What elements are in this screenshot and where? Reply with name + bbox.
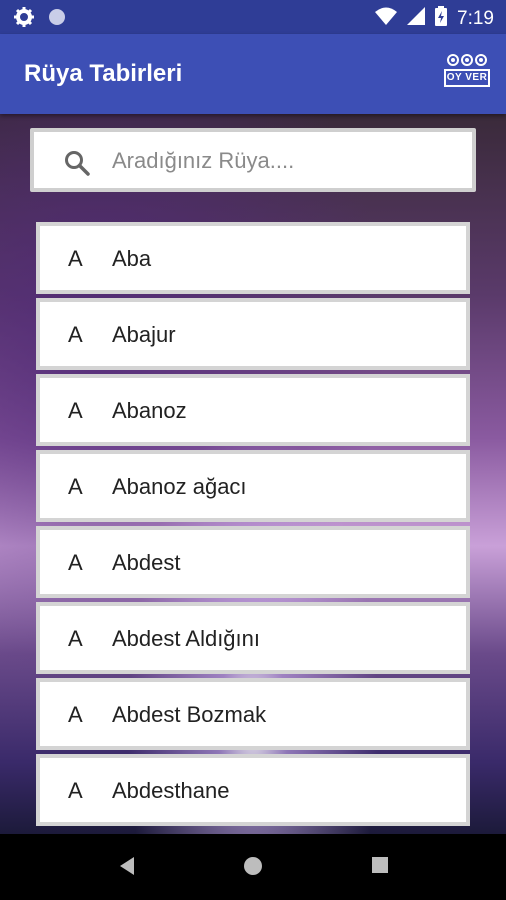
list-item[interactable]: A Abdest <box>36 526 470 602</box>
item-word: Abdest Aldığını <box>112 626 260 651</box>
battery-icon <box>435 6 448 32</box>
list-item[interactable]: A Abdest Bozmak <box>36 678 470 754</box>
item-letter: A <box>68 550 83 575</box>
search-input[interactable] <box>110 147 454 175</box>
list-item[interactable]: A Abanoz ağacı <box>36 450 470 526</box>
item-word: Abajur <box>112 322 176 347</box>
item-letter: A <box>68 398 83 423</box>
list-item[interactable]: A Abdest Aldığını <box>36 602 470 678</box>
app-title: Rüya Tabirleri <box>24 60 183 87</box>
item-word: Abdesthane <box>112 778 230 803</box>
wifi-icon <box>375 7 398 31</box>
signal-icon <box>407 7 426 31</box>
vote-label: OY VER <box>444 69 490 87</box>
item-letter: A <box>68 474 83 499</box>
vote-icon <box>444 54 490 66</box>
list-item[interactable]: A Abanoz <box>36 374 470 450</box>
item-word: Abdest <box>112 550 181 575</box>
list-item[interactable]: A Abdesthane <box>36 754 470 830</box>
recents-icon[interactable] <box>371 856 389 879</box>
circle-icon <box>48 8 66 31</box>
item-word: Abanoz ağacı <box>112 474 247 499</box>
list-item[interactable]: A Abajur <box>36 298 470 374</box>
item-word: Aba <box>112 246 152 271</box>
list-item[interactable]: A Aba <box>36 222 470 298</box>
word-list: A Aba A Abajur A Abanoz A Abanoz ağacı A Abde… <box>36 222 470 830</box>
item-word: Abanoz <box>112 398 187 423</box>
item-letter: A <box>68 702 83 727</box>
gear-icon <box>14 7 34 32</box>
status-time: 7:19 <box>457 8 494 29</box>
navigation-bar <box>0 834 506 900</box>
item-letter: A <box>68 626 83 651</box>
search-box[interactable] <box>30 128 476 192</box>
item-letter: A <box>68 246 83 271</box>
vote-button[interactable]: OY VER <box>444 54 490 94</box>
back-icon[interactable] <box>118 856 136 881</box>
app-bar: Rüya Tabirleri OY VER <box>0 34 506 114</box>
item-letter: A <box>68 322 83 347</box>
item-word: Abdest Bozmak <box>112 702 267 727</box>
item-letter: A <box>68 778 83 803</box>
status-bar: 7:19 <box>0 0 506 34</box>
home-icon[interactable] <box>243 856 263 881</box>
